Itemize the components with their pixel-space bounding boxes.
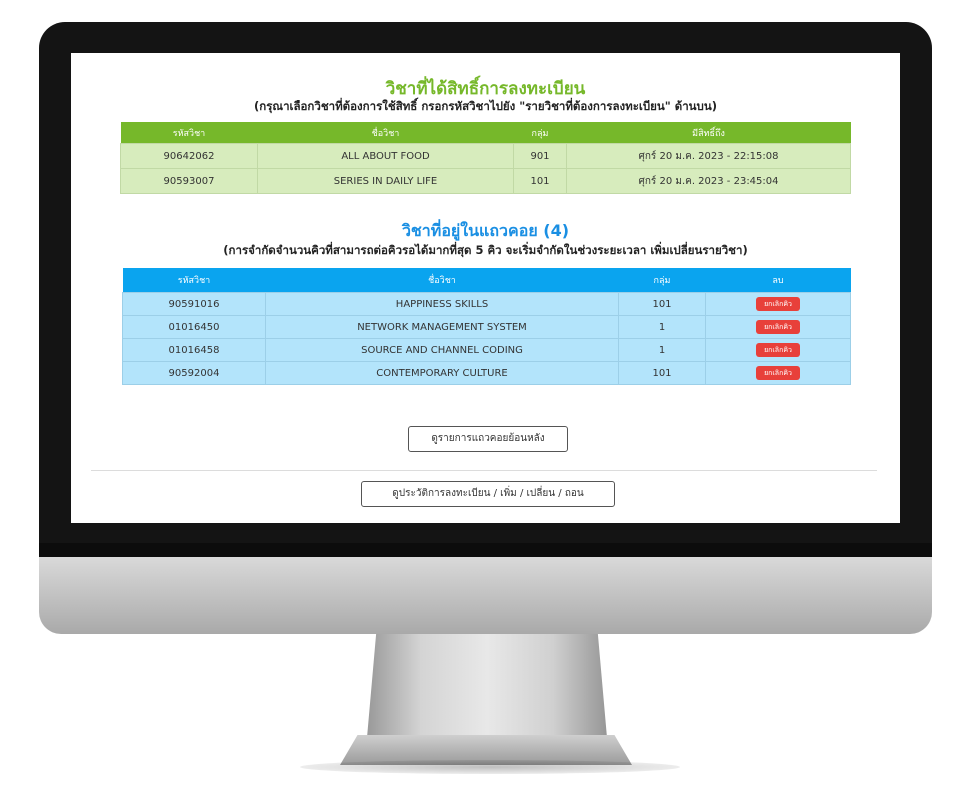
cancel-queue-button[interactable]: ยกเลิกคิว [756, 366, 800, 380]
table-row: 90591016 HAPPINESS SKILLS 101 ยกเลิกคิว [122, 292, 851, 316]
course-group: 101 [618, 292, 706, 316]
cancel-queue-button[interactable]: ยกเลิกคิว [756, 320, 800, 334]
monitor-bezel-bottom [39, 543, 932, 557]
table-header-row: รหัสวิชา ชื่อวิชา กลุ่ม มีสิทธิ์ถึง [120, 122, 851, 144]
table-row: 90592004 CONTEMPORARY CULTURE 101 ยกเลิก… [122, 361, 851, 385]
registration-history-button[interactable]: ดูประวัติการลงทะเบียน / เพิ่ม / เปลี่ยน … [361, 481, 615, 507]
cancel-queue-button[interactable]: ยกเลิกคิว [756, 297, 800, 311]
queue-courses-subtitle: (การจำกัดจำนวนคิวที่สามารถต่อคิวรอได้มาก… [223, 243, 748, 257]
course-code: 01016458 [122, 338, 266, 362]
queue-courses-table: รหัสวิชา ชื่อวิชา กลุ่ม ลบ 90591016 HAPP… [122, 268, 851, 385]
monitor-chin [39, 557, 932, 634]
course-group: 101 [618, 361, 706, 385]
course-code: 90591016 [122, 292, 266, 316]
course-group: 101 [513, 168, 567, 194]
table-row: 01016458 SOURCE AND CHANNEL CODING 1 ยกเ… [122, 338, 851, 362]
table-row: 90593007 SERIES IN DAILY LIFE 101 ศุกร์ … [120, 168, 851, 194]
course-name: SERIES IN DAILY LIFE [257, 168, 514, 194]
registered-courses-subtitle: (กรุณาเลือกวิชาที่ต้องการใช้สิทธิ์ กรอกร… [254, 99, 717, 113]
course-name: CONTEMPORARY CULTURE [265, 361, 619, 385]
course-group: 1 [618, 338, 706, 362]
course-code: 90593007 [120, 168, 258, 194]
course-name: SOURCE AND CHANNEL CODING [265, 338, 619, 362]
column-header-group: กลุ่ม [618, 268, 706, 293]
cancel-cell: ยกเลิกคิว [705, 315, 851, 339]
queue-courses-title: วิชาที่อยู่ในแถวคอย (4) [401, 221, 570, 240]
queue-history-button[interactable]: ดูรายการแถวคอยย้อนหลัง [408, 426, 568, 452]
course-until: ศุกร์ 20 ม.ค. 2023 - 23:45:04 [566, 168, 851, 194]
cancel-cell: ยกเลิกคิว [705, 361, 851, 385]
column-header-name: ชื่อวิชา [257, 122, 514, 144]
table-row: 90642062 ALL ABOUT FOOD 901 ศุกร์ 20 ม.ค… [120, 143, 851, 169]
monitor-shadow [300, 760, 680, 774]
course-code: 01016450 [122, 315, 266, 339]
course-name: NETWORK MANAGEMENT SYSTEM [265, 315, 619, 339]
course-code: 90592004 [122, 361, 266, 385]
column-header-code: รหัสวิชา [120, 122, 258, 144]
registered-courses-table: รหัสวิชา ชื่อวิชา กลุ่ม มีสิทธิ์ถึง 9064… [120, 122, 851, 194]
column-header-until: มีสิทธิ์ถึง [566, 122, 851, 144]
column-header-delete: ลบ [705, 268, 851, 293]
divider [91, 470, 877, 471]
monitor-screen: วิชาที่ได้สิทธิ์การลงทะเบียน (กรุณาเลือก… [71, 53, 900, 523]
table-row: 01016450 NETWORK MANAGEMENT SYSTEM 1 ยกเ… [122, 315, 851, 339]
course-code: 90642062 [120, 143, 258, 169]
cancel-cell: ยกเลิกคิว [705, 338, 851, 362]
course-until: ศุกร์ 20 ม.ค. 2023 - 22:15:08 [566, 143, 851, 169]
course-name: HAPPINESS SKILLS [265, 292, 619, 316]
cancel-queue-button[interactable]: ยกเลิกคิว [756, 343, 800, 357]
course-name: ALL ABOUT FOOD [257, 143, 514, 169]
cancel-cell: ยกเลิกคิว [705, 292, 851, 316]
column-header-code: รหัสวิชา [122, 268, 266, 293]
course-group: 901 [513, 143, 567, 169]
course-group: 1 [618, 315, 706, 339]
column-header-group: กลุ่ม [513, 122, 567, 144]
table-header-row: รหัสวิชา ชื่อวิชา กลุ่ม ลบ [122, 268, 851, 293]
column-header-name: ชื่อวิชา [265, 268, 619, 293]
